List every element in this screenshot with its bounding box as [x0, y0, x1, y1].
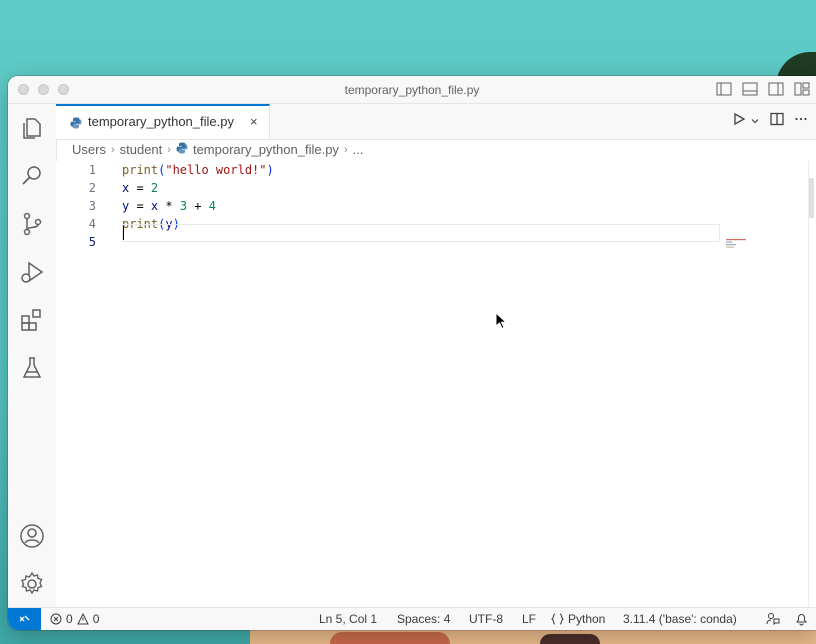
customize-layout-icon[interactable]: [794, 82, 810, 96]
testing-icon[interactable]: [18, 354, 46, 382]
breadcrumb-item-file[interactable]: temporary_python_file.py: [193, 142, 339, 157]
code-line[interactable]: 3 y = x * 3 + 4: [56, 197, 756, 215]
breadcrumb: Users › student › temporary_python_file.…: [72, 142, 363, 157]
error-count: 0: [66, 612, 73, 626]
search-icon[interactable]: [18, 162, 46, 190]
line-number: 3: [88, 199, 96, 213]
toggle-secondary-sidebar-icon[interactable]: [768, 82, 784, 96]
line-number: 2: [88, 181, 96, 195]
status-bar: 0 0 Ln 5, Col 1 Spaces: 4 UTF-8 LF Pytho…: [8, 607, 816, 630]
chevron-right-icon: ›: [167, 143, 171, 156]
chevron-down-icon[interactable]: [750, 113, 760, 131]
split-editor-icon[interactable]: [770, 112, 784, 131]
current-line-highlight: [122, 224, 720, 242]
chevron-right-icon: ›: [343, 143, 348, 156]
desktop-wallpaper-figure-2: [540, 634, 600, 644]
extensions-icon[interactable]: [18, 306, 46, 334]
window-title: temporary_python_file.py: [344, 83, 480, 97]
python-file-icon: [70, 116, 82, 129]
toggle-panel-icon[interactable]: [742, 82, 758, 96]
chevron-right-icon: ›: [110, 143, 115, 156]
cursor-position[interactable]: Ln 5, Col 1: [319, 612, 377, 626]
vscode-window: temporary_python_file.py temporary_pytho…: [8, 76, 816, 630]
breadcrumb-item-users[interactable]: Users: [72, 142, 106, 157]
run-debug-icon[interactable]: [18, 258, 46, 286]
error-icon: [50, 613, 62, 625]
code-line[interactable]: 1 print("hello world!"): [56, 161, 756, 179]
files-icon[interactable]: [18, 114, 46, 142]
breadcrumb-item-student[interactable]: student: [120, 142, 163, 157]
tab-label: temporary_python_file.py: [88, 114, 234, 129]
python-file-icon: [176, 142, 188, 157]
line-number: 5: [88, 235, 96, 249]
vertical-scrollbar[interactable]: [808, 161, 814, 621]
remote-indicator-button[interactable]: [8, 608, 41, 630]
editor-tab-bar: temporary_python_file.py ×: [56, 104, 816, 140]
code-line[interactable]: 2 x = 2: [56, 179, 756, 197]
language-mode[interactable]: Python: [551, 612, 605, 626]
desktop-wallpaper-figure: [330, 632, 450, 644]
encoding-setting[interactable]: UTF-8: [469, 612, 503, 626]
indentation-setting[interactable]: Spaces: 4: [397, 612, 450, 626]
language-label: Python: [568, 612, 606, 626]
problems-indicator[interactable]: 0 0: [50, 612, 99, 626]
scrollbar-thumb[interactable]: [809, 178, 814, 218]
title-bar: temporary_python_file.py: [8, 76, 816, 104]
line-number: 4: [88, 217, 96, 231]
mouse-pointer-icon: [495, 311, 508, 330]
toggle-primary-sidebar-icon[interactable]: [716, 82, 732, 96]
code-text: y = x * 3 + 4: [122, 199, 216, 213]
braces-icon: [551, 613, 564, 625]
text-cursor: [123, 226, 124, 240]
eol-setting[interactable]: LF: [522, 612, 536, 626]
manage-gear-icon[interactable]: [18, 570, 46, 598]
source-control-icon[interactable]: [18, 210, 46, 238]
feedback-icon[interactable]: [766, 612, 780, 629]
notifications-bell-icon[interactable]: [795, 612, 808, 629]
activity-bar: [8, 104, 57, 608]
warning-count: 0: [92, 612, 100, 626]
code-text: print("hello world!"): [122, 163, 274, 177]
code-text: x = 2: [122, 181, 159, 195]
more-actions-icon[interactable]: [794, 112, 808, 131]
account-icon[interactable]: [18, 522, 46, 550]
breadcrumb-item-symbols[interactable]: ...: [353, 142, 364, 157]
warning-icon: [76, 613, 89, 625]
python-interpreter[interactable]: 3.11.4 ('base': conda): [623, 612, 737, 626]
close-tab-button[interactable]: ×: [250, 114, 258, 129]
minimap[interactable]: [726, 236, 754, 248]
run-python-file-icon[interactable]: [732, 112, 746, 131]
tab-temporary-python-file[interactable]: temporary_python_file.py ×: [56, 104, 270, 139]
line-number: 1: [88, 163, 96, 177]
